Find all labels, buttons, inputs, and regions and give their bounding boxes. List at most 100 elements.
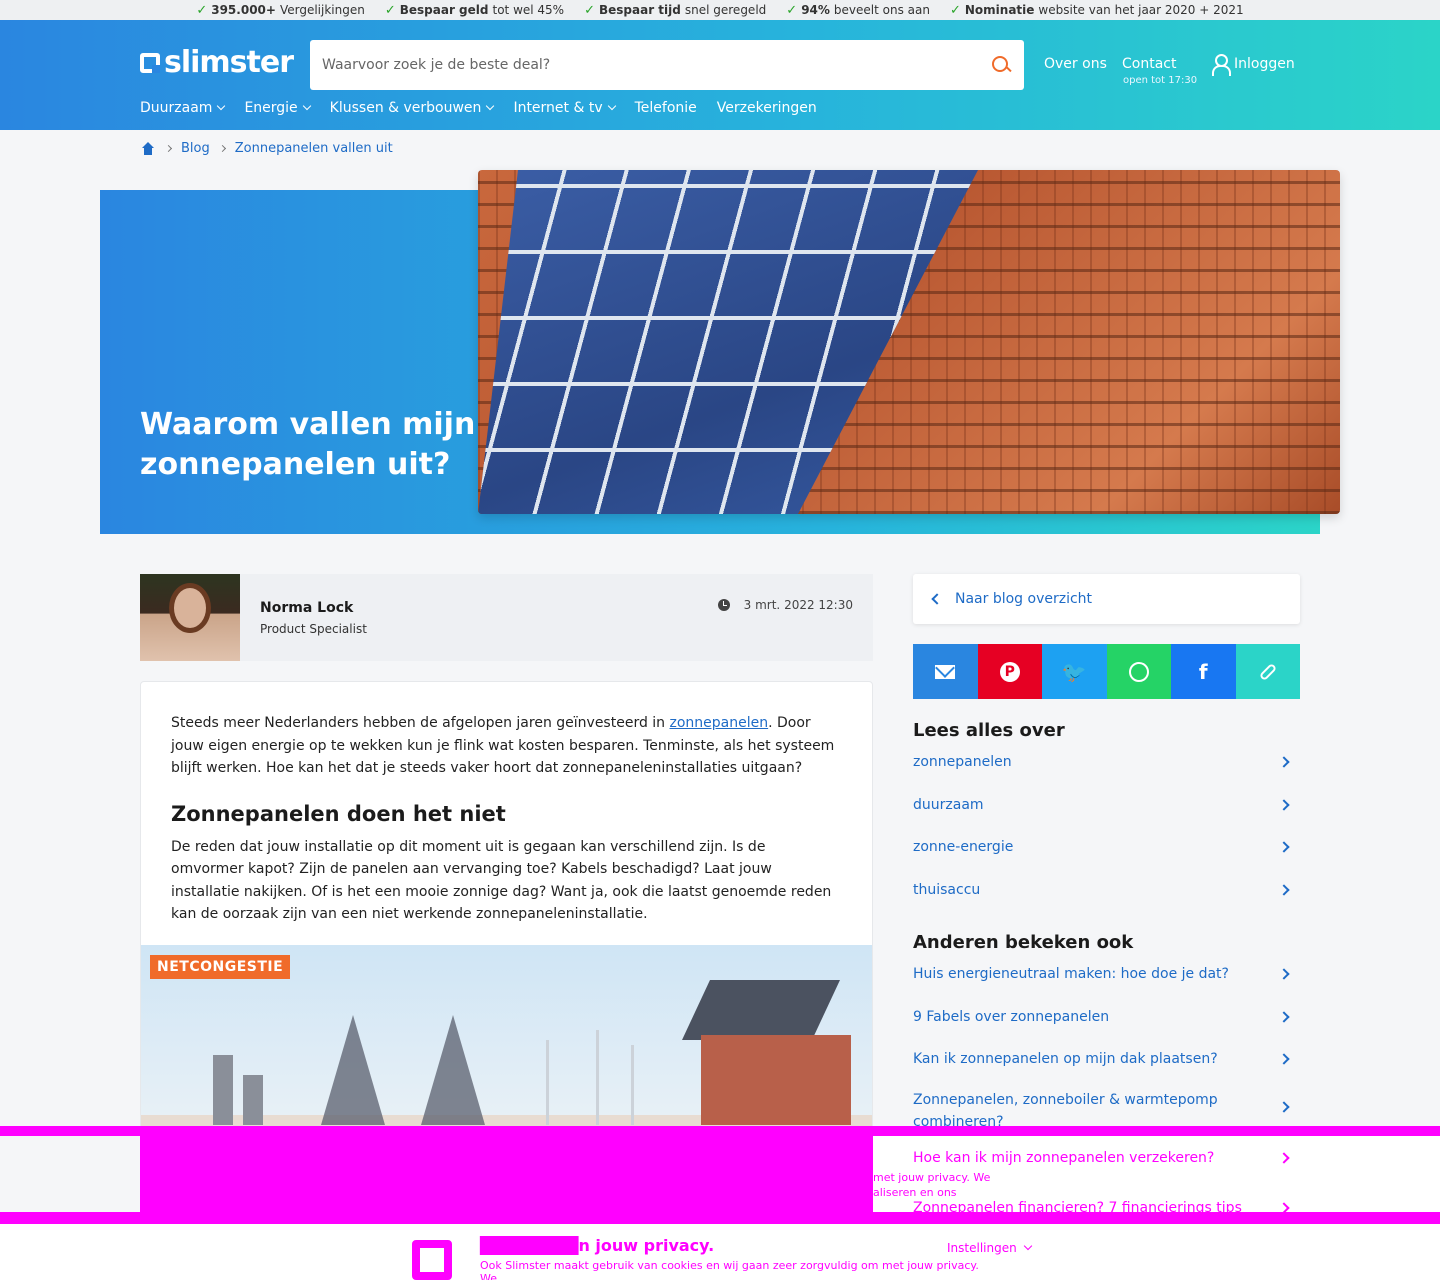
chevron-down-icon (607, 101, 616, 111)
twitter-icon: 🐦 (1061, 659, 1087, 684)
back-to-blog-button[interactable]: Naar blog overzicht (913, 574, 1300, 624)
related-article-link[interactable]: Hoe kan ik mijn zonnepanelen verzekeren? (913, 1150, 1300, 1166)
chevron-left-icon (931, 593, 943, 605)
search-input[interactable] (322, 57, 990, 73)
chimney (213, 1055, 233, 1125)
usp-text: Vergelijkingen (279, 3, 365, 17)
author-meta: Norma Lock Product Specialist (260, 600, 367, 636)
wind-turbine (596, 1030, 599, 1125)
related-label: Kan ik zonnepanelen op mijn dak plaatsen… (913, 1051, 1218, 1068)
section-heading: Zonnepanelen doen het niet (171, 801, 506, 826)
chimney (243, 1075, 263, 1125)
search-icon[interactable] (990, 54, 1012, 76)
zonnepanelen-link[interactable]: zonnepanelen (670, 715, 769, 731)
topic-label: zonne-energie (913, 839, 1014, 856)
nav-klussen[interactable]: Klussen & verbouwen (330, 100, 495, 116)
share-whatsapp-button[interactable] (1106, 644, 1171, 699)
avatar (140, 574, 240, 661)
nav-label: Duurzaam (140, 100, 213, 116)
chevron-right-icon (1278, 968, 1290, 980)
usp-text: tot wel 45% (492, 3, 565, 17)
cookie-logo-icon (412, 1240, 452, 1280)
chevron-right-icon (218, 144, 226, 153)
nav-telefonie[interactable]: Telefonie (635, 100, 697, 116)
nav-duurzaam[interactable]: Duurzaam (140, 100, 226, 116)
illustration-tag: NETCONGESTIE (150, 955, 291, 979)
page-title: Waarom vallen mijn zonnepanelen uit? (140, 407, 476, 482)
anderen-bekeken-heading: Anderen bekeken ook (913, 932, 1134, 953)
share-email-button[interactable] (913, 644, 978, 699)
chevron-right-icon (1278, 1011, 1290, 1023)
nav-verzekeringen[interactable]: Verzekeringen (717, 100, 817, 116)
home-icon[interactable] (140, 141, 156, 156)
related-article-link[interactable]: 9 Fabels over zonnepanelen (913, 996, 1300, 1039)
topic-link[interactable]: thuisaccu (913, 869, 1300, 912)
cookie-text-line: aliseren en ons (873, 1186, 957, 1199)
check-icon: ✓ (786, 2, 798, 18)
topic-link[interactable]: duurzaam (913, 784, 1300, 827)
topic-link[interactable]: zonne-energie (913, 826, 1300, 869)
chevron-right-icon (164, 144, 173, 153)
nav-label: Verzekeringen (716, 100, 817, 116)
power-tower (421, 1015, 485, 1125)
cookie-text-fragment: met jouw privacy. We aliseren en ons (873, 1170, 993, 1200)
text: Steeds meer Nederlanders hebben de afgel… (171, 715, 670, 731)
contact-hours: open tot 17:30 (1123, 75, 1198, 86)
share-buttons: P 🐦 f (913, 644, 1300, 699)
breadcrumb-blog[interactable]: Blog (181, 141, 210, 156)
topic-label: duurzaam (913, 796, 984, 813)
usp-bold: Nominatie (964, 3, 1035, 17)
related-article-link[interactable]: Huis energieneutraal maken: hoe doe je d… (913, 953, 1300, 996)
check-icon: ✓ (384, 2, 396, 18)
breadcrumb-current[interactable]: Zonnepanelen vallen uit (235, 141, 393, 156)
cookie-mask-band (0, 1212, 1440, 1224)
usp-bold: 94% (801, 3, 830, 17)
chevron-right-icon (1278, 756, 1290, 768)
over-ons-link[interactable]: Over ons (1044, 56, 1107, 72)
chevron-right-icon (1278, 1100, 1290, 1113)
anderen-bekeken-list: Huis energieneutraal maken: hoe doe je d… (913, 953, 1300, 1145)
mail-icon (935, 664, 956, 679)
breadcrumb: Blog Zonnepanelen vallen uit (140, 141, 393, 156)
topic-link[interactable]: zonnepanelen (913, 741, 1300, 784)
share-facebook-button[interactable]: f (1171, 644, 1236, 699)
cookie-mask-band (0, 1126, 1440, 1136)
pinterest-icon: P (999, 661, 1020, 682)
chevron-right-icon (1278, 884, 1290, 896)
usp-item: ✓ Bespaar tijd snel geregeld (584, 3, 766, 18)
usp-text: snel geregeld (684, 3, 767, 17)
lees-alles-list: zonnepanelen duurzaam zonne-energie thui… (913, 741, 1300, 911)
nav-label: Energie (244, 100, 298, 116)
usp-text: website van het jaar 2020 + 2021 (1038, 3, 1244, 17)
related-article-link[interactable]: Kan ik zonnepanelen op mijn dak plaatsen… (913, 1038, 1300, 1081)
chevron-down-icon (486, 101, 495, 111)
check-icon: ✓ (949, 2, 961, 18)
nav-energie[interactable]: Energie (244, 100, 311, 116)
wind-turbine (546, 1040, 549, 1125)
nav-internet-tv[interactable]: Internet & tv (513, 100, 616, 116)
whatsapp-icon (1128, 661, 1149, 682)
hero-image (478, 170, 1340, 514)
cookie-settings-button[interactable]: Instellingen (947, 1241, 1032, 1255)
main-nav: Duurzaam Energie Klussen & verbouwen Int… (140, 100, 817, 116)
copy-link-button[interactable] (1235, 644, 1300, 699)
house-roof (682, 980, 840, 1040)
chevron-right-icon (1278, 841, 1290, 853)
article: Steeds meer Nederlanders hebben de afgel… (140, 681, 873, 1141)
related-label: 9 Fabels over zonnepanelen (913, 1008, 1110, 1025)
related-label: Huis energieneutraal maken: hoe doe je d… (913, 966, 1229, 983)
login-button[interactable]: Inloggen (1212, 54, 1295, 76)
logo[interactable]: slimster (140, 45, 294, 80)
check-icon: ✓ (196, 2, 208, 18)
cookie-text-line: met jouw privacy. We (873, 1171, 991, 1184)
clock-icon (717, 599, 730, 611)
wind-turbine (631, 1045, 634, 1125)
share-pinterest-button[interactable]: P (977, 644, 1042, 699)
contact-link[interactable]: Contact (1122, 56, 1176, 72)
logo-text: slimster (164, 45, 294, 80)
usp-bold: Bespaar tijd (599, 3, 681, 17)
cookie-title-text: n jouw privacy. (578, 1236, 715, 1255)
cookie-mask-block (140, 1136, 873, 1212)
cookie-text: Ook Slimster maakt gebruik van cookies e… (480, 1259, 979, 1280)
share-twitter-button[interactable]: 🐦 (1042, 644, 1107, 699)
